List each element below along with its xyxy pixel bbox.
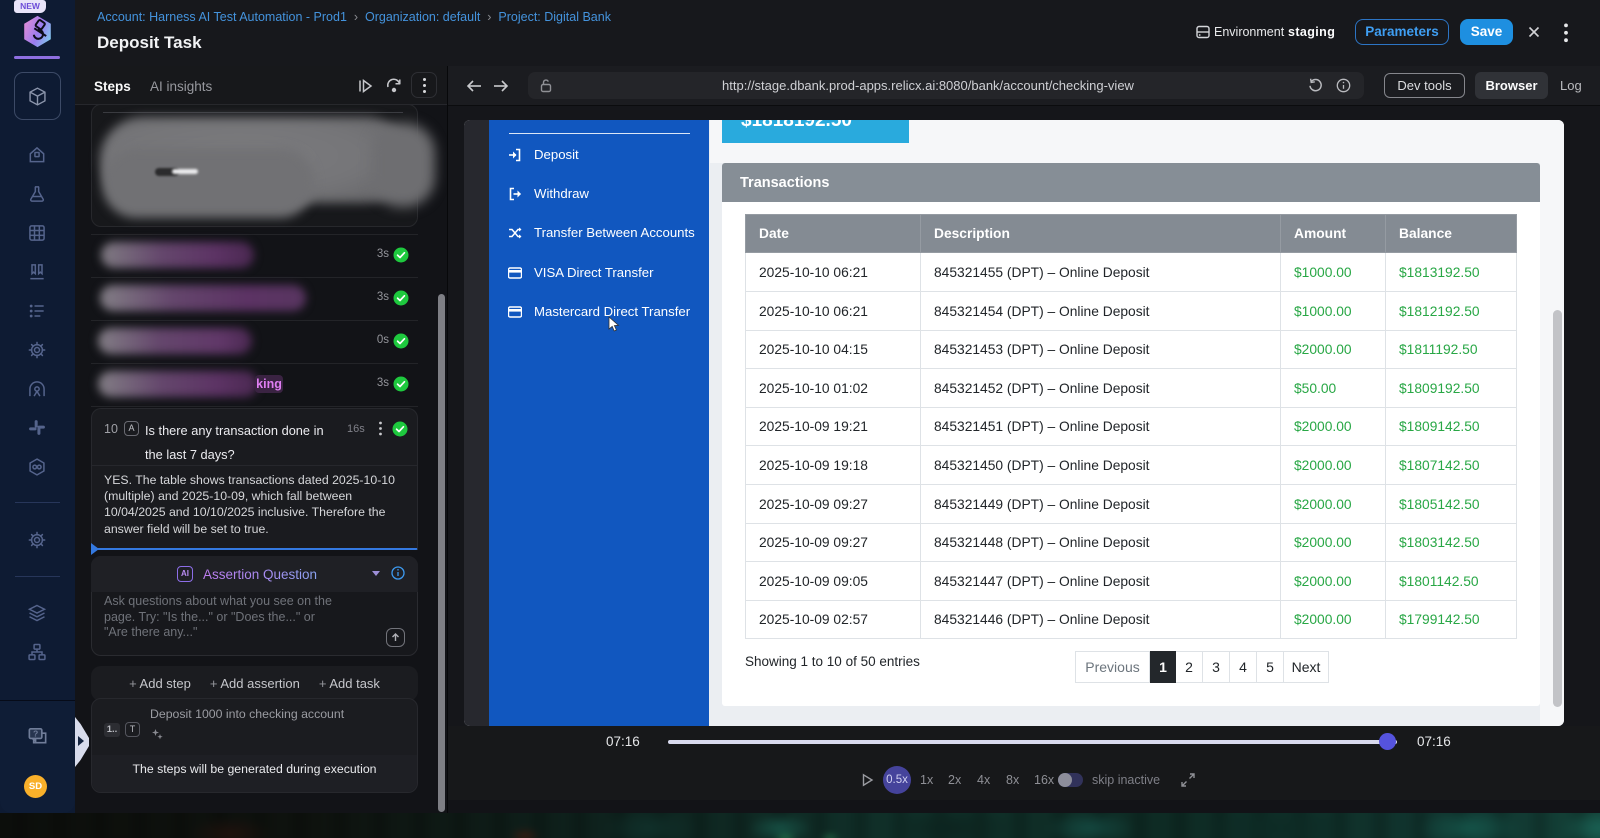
svg-text:?: ? bbox=[33, 729, 38, 739]
